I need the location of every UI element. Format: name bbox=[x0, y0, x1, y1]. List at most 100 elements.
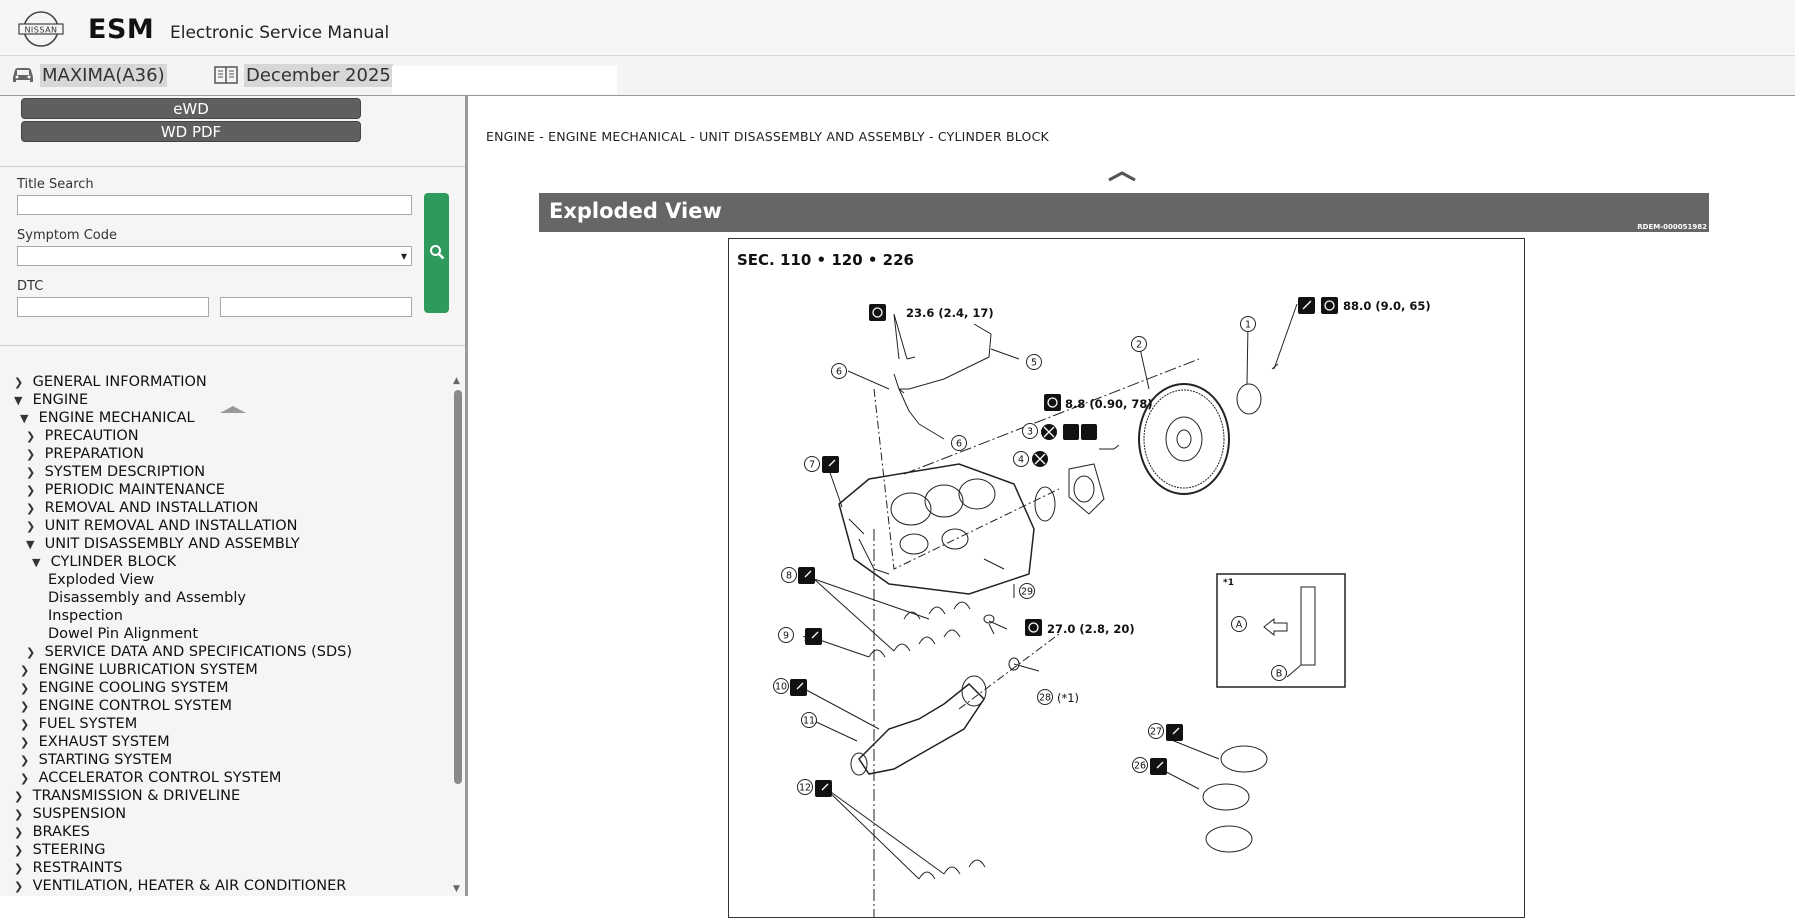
chevron-right-icon: ❯ bbox=[14, 844, 24, 857]
breadcrumb: ENGINE - ENGINE MECHANICAL - UNIT DISASS… bbox=[486, 129, 1049, 144]
svg-text:9: 9 bbox=[783, 631, 789, 642]
tree-item-dowel-pin-alignment[interactable]: Dowel Pin Alignment bbox=[48, 626, 198, 642]
tree-item-brakes[interactable]: ❯ BRAKES bbox=[14, 824, 90, 840]
tree-item-transmission[interactable]: ❯ TRANSMISSION & DRIVELINE bbox=[14, 788, 240, 804]
wd-pdf-button[interactable]: WD PDF bbox=[21, 121, 361, 142]
chevron-right-icon: ❯ bbox=[26, 520, 36, 533]
svg-text:10: 10 bbox=[775, 682, 787, 693]
chevron-right-icon: ❯ bbox=[20, 736, 30, 749]
chevron-right-icon: ❯ bbox=[14, 862, 24, 875]
ewd-button[interactable]: eWD bbox=[21, 98, 361, 119]
chevron-right-icon: ❯ bbox=[26, 466, 36, 479]
tree-item-exhaust-system[interactable]: ❯ EXHAUST SYSTEM bbox=[20, 734, 170, 750]
car-icon bbox=[13, 68, 33, 82]
tree-label: STARTING SYSTEM bbox=[38, 752, 173, 768]
version-field bbox=[392, 66, 617, 94]
manual-version[interactable]: December 2025 bbox=[244, 64, 393, 87]
tree-item-steering[interactable]: ❯ STEERING bbox=[14, 842, 105, 858]
tree-item-system-description[interactable]: ❯ SYSTEM DESCRIPTION bbox=[26, 464, 205, 480]
search-button[interactable] bbox=[424, 193, 449, 313]
tree-label: ENGINE bbox=[32, 392, 89, 408]
tree-item-accelerator-control[interactable]: ❯ ACCELERATOR CONTROL SYSTEM bbox=[20, 770, 281, 786]
chevron-right-icon: ❯ bbox=[20, 700, 30, 713]
chevron-down-icon: ▼ bbox=[26, 538, 35, 551]
search-icon bbox=[430, 245, 445, 260]
scroll-thumb[interactable] bbox=[454, 390, 462, 784]
tree-label: TRANSMISSION & DRIVELINE bbox=[32, 788, 241, 804]
chevron-right-icon: ❯ bbox=[20, 754, 30, 767]
tree-item-exploded-view[interactable]: Exploded View bbox=[48, 572, 154, 588]
torque-spec-4: 27.0 (2.8, 20) bbox=[1047, 622, 1135, 636]
tree-label: ACCELERATOR CONTROL SYSTEM bbox=[38, 770, 282, 786]
tree-item-preparation[interactable]: ❯ PREPARATION bbox=[26, 446, 144, 462]
scroll-up-icon[interactable]: ▲ bbox=[453, 376, 460, 386]
document-code: RDEM-000051982 bbox=[1637, 223, 1707, 231]
tree-item-engine-lubrication[interactable]: ❯ ENGINE LUBRICATION SYSTEM bbox=[20, 662, 258, 678]
title-search-input[interactable] bbox=[17, 195, 412, 215]
tree-item-periodic-maintenance[interactable]: ❯ PERIODIC MAINTENANCE bbox=[26, 482, 225, 498]
tree-item-sds[interactable]: ❯ SERVICE DATA AND SPECIFICATIONS (SDS) bbox=[26, 644, 352, 660]
tree-item-disassembly-assembly[interactable]: Disassembly and Assembly bbox=[48, 590, 246, 606]
tree-item-engine-cooling[interactable]: ❯ ENGINE COOLING SYSTEM bbox=[20, 680, 229, 696]
svg-text:8: 8 bbox=[786, 571, 792, 582]
tree-label: STEERING bbox=[32, 842, 106, 858]
svg-text:1: 1 bbox=[1245, 320, 1251, 331]
tree-label: VENTILATION, HEATER & AIR CONDITIONER bbox=[32, 878, 347, 894]
tree-label: Exploded View bbox=[48, 572, 155, 588]
section-title-bar: Exploded View RDEM-000051982 bbox=[539, 193, 1709, 232]
chevron-right-icon: ❯ bbox=[20, 682, 30, 695]
dtc-input-1[interactable] bbox=[17, 297, 209, 317]
tree-item-engine-control[interactable]: ❯ ENGINE CONTROL SYSTEM bbox=[20, 698, 232, 714]
app-title: ESM bbox=[88, 14, 155, 45]
svg-text:6: 6 bbox=[836, 367, 842, 378]
chevron-right-icon: ❯ bbox=[26, 484, 36, 497]
tree-item-engine[interactable]: ▼ ENGINE bbox=[14, 392, 88, 408]
symptom-code-select[interactable]: ▾ bbox=[17, 246, 412, 266]
tree-item-cylinder-block[interactable]: ▼ CYLINDER BLOCK bbox=[32, 554, 176, 570]
book-icon bbox=[214, 66, 238, 84]
note-reference: (*1) bbox=[1057, 691, 1080, 705]
tree-item-engine-mechanical[interactable]: ▼ ENGINE MECHANICAL bbox=[20, 410, 195, 426]
tree-item-precaution[interactable]: ❯ PRECAUTION bbox=[26, 428, 139, 444]
tree-label: PREPARATION bbox=[44, 446, 144, 462]
tree-item-restraints[interactable]: ❯ RESTRAINTS bbox=[14, 860, 123, 876]
chevron-right-icon: ❯ bbox=[20, 772, 30, 785]
torque-spec-3: 8.8 (0.90, 78) bbox=[1065, 397, 1153, 411]
tree-label: ENGINE MECHANICAL bbox=[38, 410, 195, 426]
tree-item-fuel-system[interactable]: ❯ FUEL SYSTEM bbox=[20, 716, 137, 732]
tree-label: ENGINE LUBRICATION SYSTEM bbox=[38, 662, 258, 678]
vehicle-model[interactable]: MAXIMA(A36) bbox=[40, 64, 167, 87]
search-panel: Title Search Symptom Code ▾ DTC bbox=[0, 166, 465, 413]
tree-item-ventilation[interactable]: ❯ VENTILATION, HEATER & AIR CONDITIONER bbox=[14, 878, 346, 894]
chevron-right-icon: ❯ bbox=[26, 646, 36, 659]
chevron-up-icon[interactable] bbox=[1107, 170, 1137, 182]
tree-item-starting-system[interactable]: ❯ STARTING SYSTEM bbox=[20, 752, 172, 768]
dtc-input-2[interactable] bbox=[220, 297, 412, 317]
svg-text:A: A bbox=[1236, 620, 1243, 631]
tree-label: CYLINDER BLOCK bbox=[50, 554, 177, 570]
scroll-down-icon[interactable]: ▼ bbox=[453, 884, 460, 894]
title-search-label: Title Search bbox=[17, 177, 94, 192]
tree-label: Inspection bbox=[48, 608, 123, 624]
tree-label: FUEL SYSTEM bbox=[38, 716, 138, 732]
tree-label: BRAKES bbox=[32, 824, 90, 840]
tree-item-inspection[interactable]: Inspection bbox=[48, 608, 123, 624]
tree-label: Disassembly and Assembly bbox=[48, 590, 246, 606]
tree-label: ENGINE COOLING SYSTEM bbox=[38, 680, 229, 696]
svg-text:B: B bbox=[1276, 669, 1283, 680]
tree-item-suspension[interactable]: ❯ SUSPENSION bbox=[14, 806, 126, 822]
tree-item-unit-removal-installation[interactable]: ❯ UNIT REMOVAL AND INSTALLATION bbox=[26, 518, 298, 534]
svg-text:3: 3 bbox=[1027, 427, 1033, 438]
tree-label: ENGINE CONTROL SYSTEM bbox=[38, 698, 232, 714]
chevron-right-icon: ❯ bbox=[26, 448, 36, 461]
engine-block-illustration: 1 2 3 4 5 6 6 7 8 9 10 11 12 26 27 28 29… bbox=[773, 297, 1346, 917]
tree-label: UNIT DISASSEMBLY AND ASSEMBLY bbox=[44, 536, 300, 552]
svg-text:11: 11 bbox=[803, 716, 815, 727]
chevron-right-icon: ❯ bbox=[14, 808, 24, 821]
tree-item-general-information[interactable]: ❯ GENERAL INFORMATION bbox=[14, 374, 207, 390]
tree-item-unit-disassembly-assembly[interactable]: ▼ UNIT DISASSEMBLY AND ASSEMBLY bbox=[26, 536, 300, 552]
svg-text:2: 2 bbox=[1136, 340, 1142, 351]
svg-text:29: 29 bbox=[1021, 587, 1033, 598]
tree-item-removal-installation[interactable]: ❯ REMOVAL AND INSTALLATION bbox=[26, 500, 258, 516]
tree-scrollbar[interactable]: ▲ ▼ bbox=[451, 376, 465, 896]
